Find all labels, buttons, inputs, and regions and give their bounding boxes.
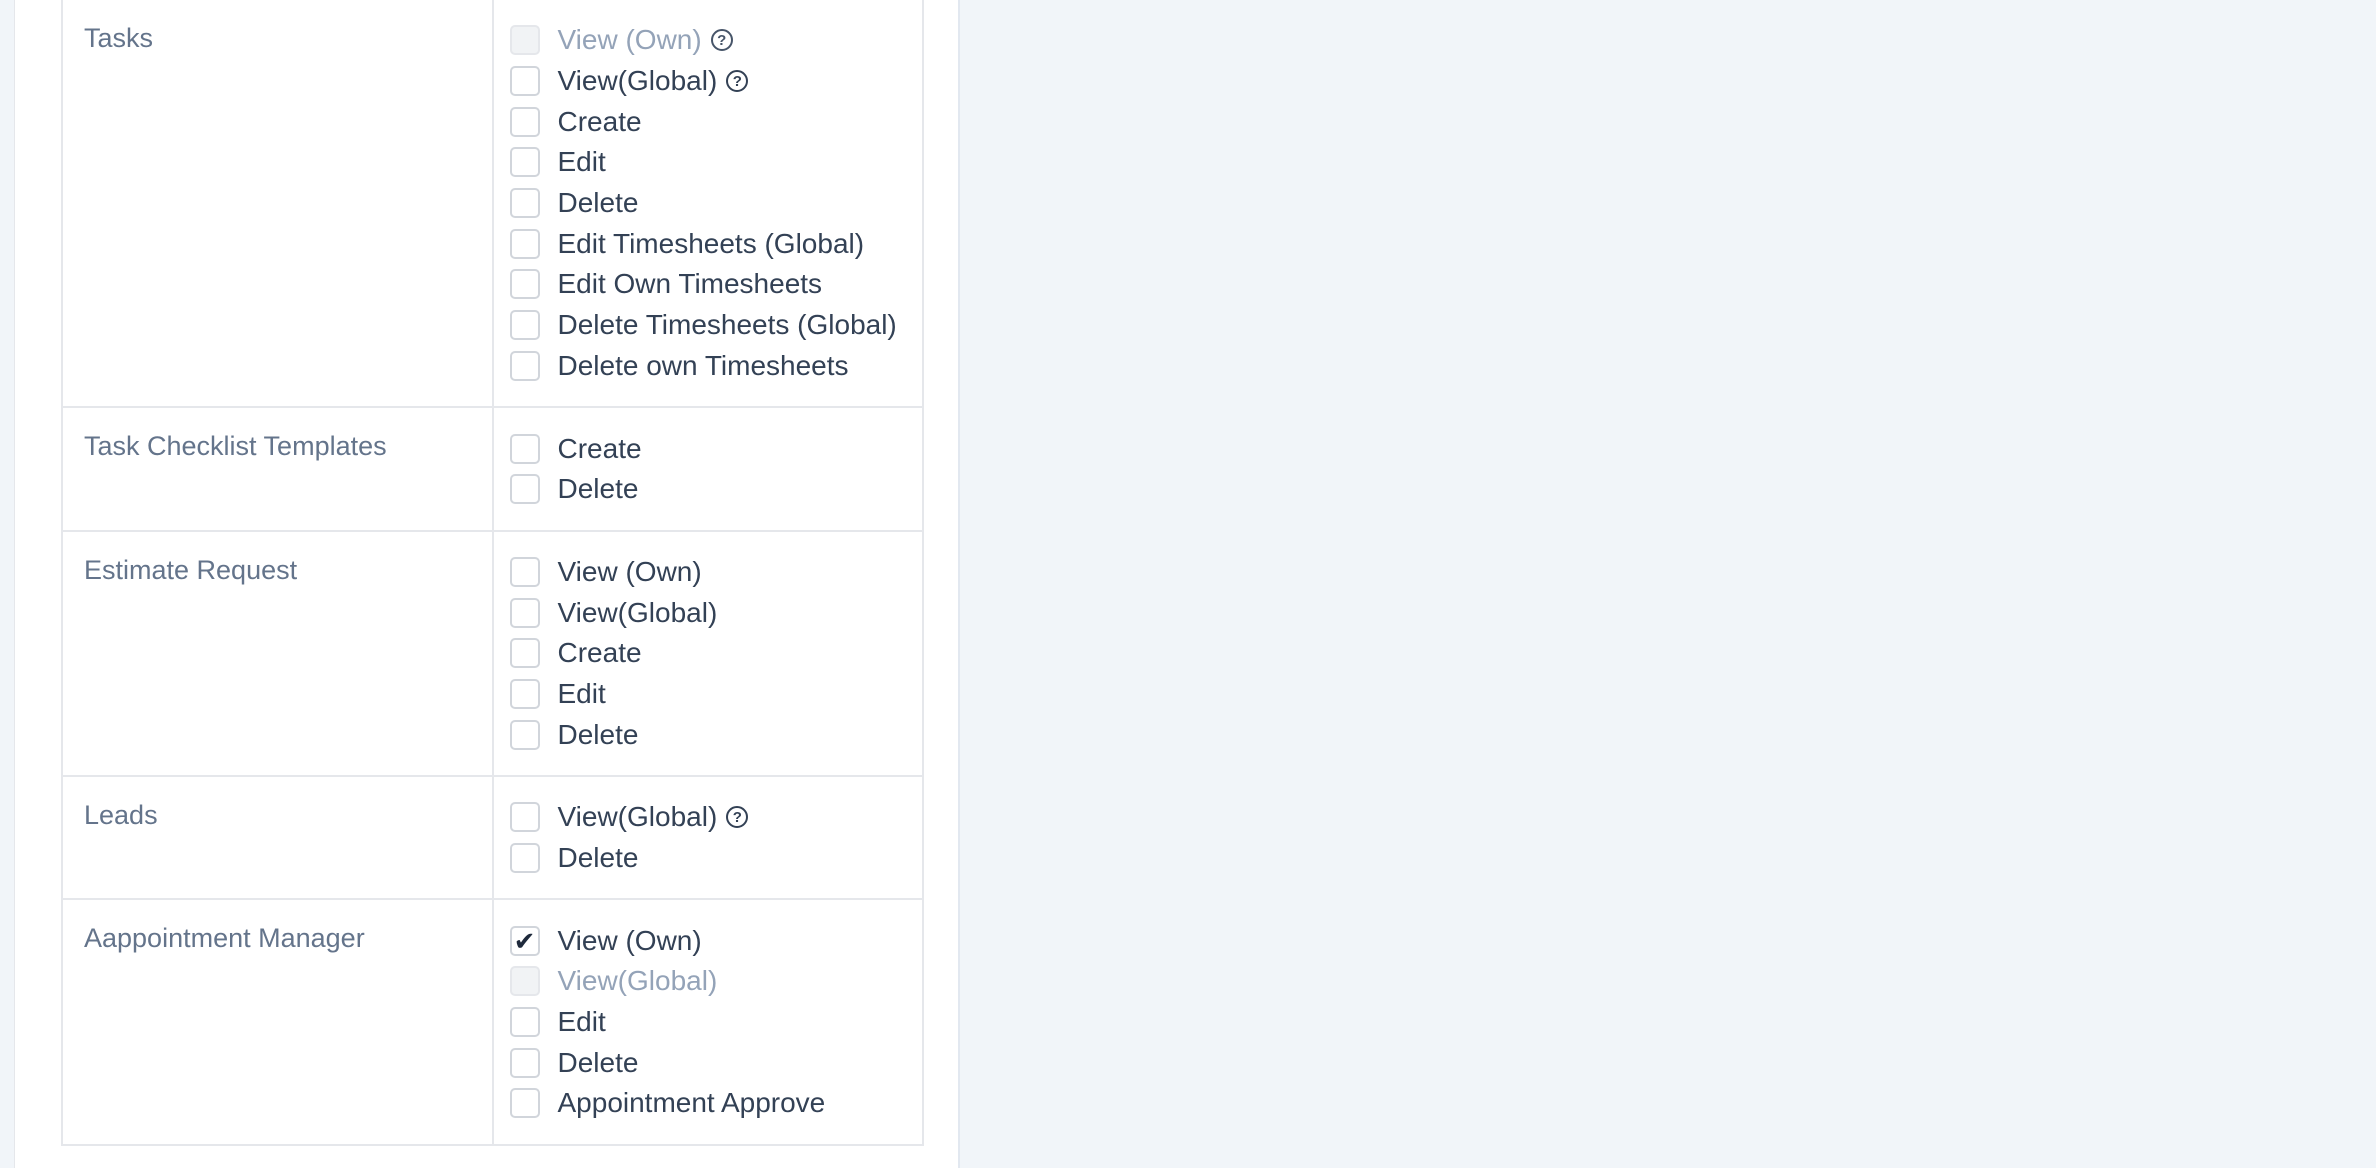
- capability-label: Delete: [557, 842, 639, 874]
- permission-row-tasks: Tasks View (Own)? View(Global)? Create Edit…: [61, 0, 924, 409]
- checkbox-leads-view-global[interactable]: [509, 802, 540, 833]
- checkbox-tasks-view-global[interactable]: [509, 66, 540, 97]
- checkbox-tasks-delete[interactable]: [509, 188, 540, 219]
- checkbox-tasks-delete-timesheets-global[interactable]: [509, 310, 540, 341]
- checkbox-aappointment-manager-delete[interactable]: [509, 1047, 540, 1078]
- capability-option-delete[interactable]: Delete: [509, 1042, 909, 1083]
- capability-label: View (Own): [557, 24, 702, 56]
- capability-label: Delete own Timesheets: [557, 349, 849, 381]
- checkbox-estimate-request-edit[interactable]: [509, 678, 540, 709]
- capability-label: View(Global): [557, 965, 718, 997]
- capability-option-edit[interactable]: Edit: [509, 674, 909, 715]
- checkbox-tasks-edit-timesheets-global[interactable]: [509, 228, 540, 259]
- capability-label: Delete: [557, 187, 639, 219]
- capability-label: Edit Timesheets (Global): [557, 227, 865, 259]
- checkbox-task-checklist-templates-create[interactable]: [509, 433, 540, 464]
- capability-label: Create: [557, 432, 642, 464]
- feature-name: Tasks: [61, 0, 494, 409]
- capability-option-edit-own-timesheets[interactable]: Edit Own Timesheets: [509, 264, 909, 305]
- permissions-table-body: Tasks View (Own)? View(Global)? Create Edit…: [61, 0, 924, 1146]
- capabilities-cell: Create Delete: [491, 406, 924, 532]
- capability-option-view-own: View (Own)?: [509, 20, 909, 61]
- permissions-table: Tasks View (Own)? View(Global)? Create Edit…: [61, 0, 924, 1146]
- capability-label: View(Global): [557, 65, 718, 97]
- capability-option-view-global[interactable]: View(Global)?: [509, 797, 909, 838]
- capability-label: Appointment Approve: [557, 1087, 826, 1119]
- capability-option-view-global: View(Global): [509, 961, 909, 1002]
- capability-option-delete[interactable]: Delete: [509, 714, 909, 755]
- checkbox-task-checklist-templates-delete[interactable]: [509, 474, 540, 505]
- capability-label: View (Own): [557, 555, 702, 587]
- question-circle-icon[interactable]: ?: [726, 806, 749, 829]
- capability-option-view-global[interactable]: View(Global)?: [509, 61, 909, 102]
- capability-option-delete[interactable]: Delete: [509, 838, 909, 879]
- capability-option-create[interactable]: Create: [509, 101, 909, 142]
- checkbox-aappointment-manager-view-global: [509, 966, 540, 997]
- capability-label: Edit: [557, 677, 606, 709]
- permission-row-task-checklist-templates: Task Checklist Templates Create Delete: [61, 406, 924, 532]
- permission-row-leads: Leads View(Global)? Delete: [61, 774, 924, 901]
- capability-option-view-global[interactable]: View(Global): [509, 592, 909, 633]
- checkbox-tasks-create[interactable]: [509, 106, 540, 137]
- capability-option-edit[interactable]: Edit: [509, 1002, 909, 1043]
- capability-option-view-own[interactable]: View (Own): [509, 552, 909, 593]
- page-gutter: [0, 0, 15, 1168]
- question-circle-icon[interactable]: ?: [710, 29, 733, 52]
- capability-option-view-own[interactable]: ✔ View (Own): [509, 920, 909, 961]
- capability-option-edit[interactable]: Edit: [509, 142, 909, 183]
- check-icon: ✔: [513, 925, 536, 956]
- capabilities-cell: ✔ View (Own) View(Global) Edit Delete Appoint…: [491, 898, 924, 1146]
- checkbox-estimate-request-delete[interactable]: [509, 719, 540, 750]
- capabilities-cell: View(Global)? Delete: [491, 774, 924, 901]
- capability-label: Edit: [557, 1006, 606, 1038]
- capability-label: Create: [557, 105, 642, 137]
- capabilities-cell: View (Own)? View(Global)? Create Edit Delete…: [491, 0, 924, 409]
- permissions-panel: Tasks View (Own)? View(Global)? Create Edit…: [15, 0, 960, 1168]
- checkbox-tasks-view-own: [509, 25, 540, 56]
- capability-label: View(Global): [557, 801, 718, 833]
- checkbox-tasks-edit[interactable]: [509, 147, 540, 178]
- checkbox-aappointment-manager-edit[interactable]: [509, 1007, 540, 1038]
- feature-name: Leads: [61, 774, 494, 901]
- capability-label: View(Global): [557, 596, 718, 628]
- capability-label: Edit Own Timesheets: [557, 268, 823, 300]
- checkbox-tasks-edit-own-timesheets[interactable]: [509, 269, 540, 300]
- capability-label: Delete Timesheets (Global): [557, 309, 897, 341]
- capability-label: Delete: [557, 473, 639, 505]
- checkbox-aappointment-manager-appointment-approve[interactable]: [509, 1088, 540, 1119]
- capabilities-cell: View (Own) View(Global) Create Edit Delete: [491, 529, 924, 778]
- capability-label: Delete: [557, 1046, 639, 1078]
- feature-name: Task Checklist Templates: [61, 406, 494, 532]
- feature-name: Estimate Request: [61, 529, 494, 778]
- capability-label: Create: [557, 637, 642, 669]
- capability-option-edit-timesheets-global[interactable]: Edit Timesheets (Global): [509, 223, 909, 264]
- capability-option-appointment-approve[interactable]: Appointment Approve: [509, 1083, 909, 1124]
- capability-option-delete-own-timesheets[interactable]: Delete own Timesheets: [509, 346, 909, 387]
- capability-option-create[interactable]: Create: [509, 428, 909, 469]
- checkbox-tasks-delete-own-timesheets[interactable]: [509, 350, 540, 381]
- question-circle-icon[interactable]: ?: [726, 70, 749, 93]
- capability-label: View (Own): [557, 924, 702, 956]
- feature-name: Aappointment Manager: [61, 898, 494, 1146]
- checkbox-estimate-request-view-own[interactable]: [509, 556, 540, 587]
- capability-option-delete[interactable]: Delete: [509, 469, 909, 510]
- capability-option-delete[interactable]: Delete: [509, 183, 909, 224]
- capability-option-create[interactable]: Create: [509, 633, 909, 674]
- checkbox-leads-delete[interactable]: [509, 843, 540, 874]
- capability-option-delete-timesheets-global[interactable]: Delete Timesheets (Global): [509, 305, 909, 346]
- checkbox-estimate-request-create[interactable]: [509, 638, 540, 669]
- permission-row-aappointment-manager: Aappointment Manager ✔ View (Own) View(Glo…: [61, 898, 924, 1146]
- permission-row-estimate-request: Estimate Request View (Own) View(Global) C…: [61, 529, 924, 778]
- capability-label: Edit: [557, 146, 606, 178]
- checkbox-estimate-request-view-global[interactable]: [509, 597, 540, 628]
- capability-label: Delete: [557, 718, 639, 750]
- checkbox-aappointment-manager-view-own[interactable]: ✔: [509, 925, 540, 956]
